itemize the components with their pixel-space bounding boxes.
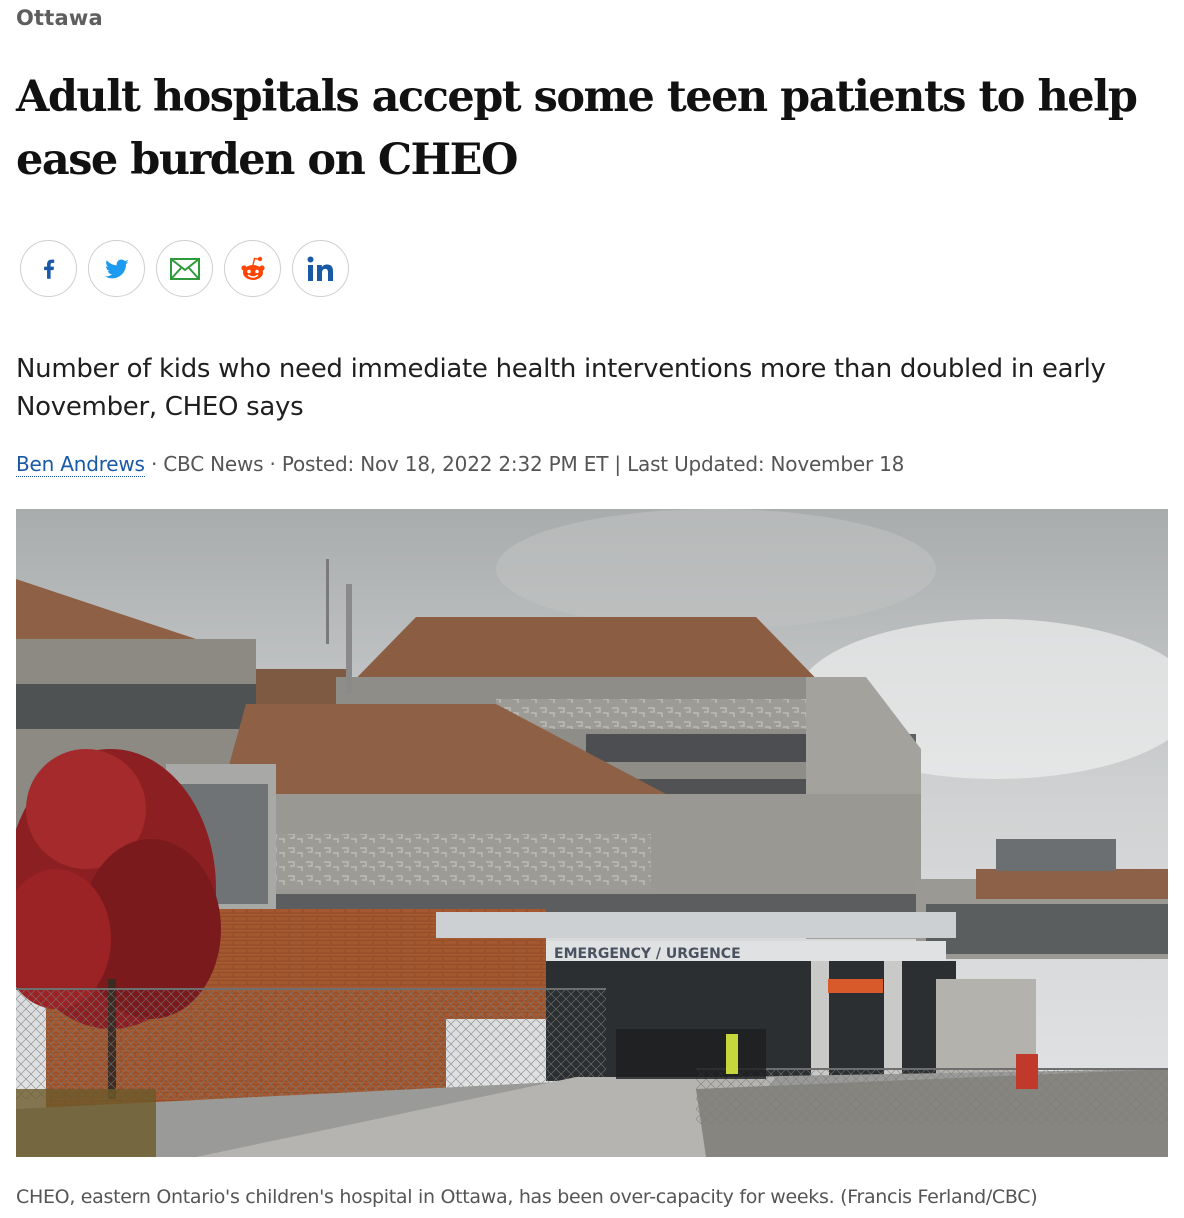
updated-date: Last Updated: November 18	[627, 452, 905, 476]
article-deck: Number of kids who need immediate health…	[16, 354, 1106, 422]
photo-caption: CHEO, eastern Ontario's children's hospi…	[16, 1186, 1038, 1208]
headline: Adult hospitals accept some teen patient…	[16, 72, 1138, 185]
byline: Ben Andrews · CBC News · Posted: Nov 18,…	[16, 452, 905, 477]
byline-divider: |	[608, 452, 628, 476]
email-share-button[interactable]	[156, 240, 213, 297]
hero-photo: EMERGENCY / URGENCE	[16, 509, 1168, 1157]
facebook-icon	[43, 259, 54, 279]
byline-separator: ·	[263, 452, 282, 476]
linkedin-share-button[interactable]	[292, 240, 349, 297]
posted-date: Posted: Nov 18, 2022 2:32 PM ET	[281, 452, 609, 476]
byline-separator: ·	[144, 452, 164, 476]
source-name: CBC News	[163, 452, 264, 476]
email-icon	[169, 257, 200, 280]
emergency-sign: EMERGENCY / URGENCE	[554, 946, 741, 962]
facebook-share-button[interactable]	[20, 240, 77, 297]
linkedin-icon	[307, 256, 333, 281]
twitter-icon	[104, 259, 129, 278]
twitter-share-button[interactable]	[88, 240, 145, 297]
section-label[interactable]: Ottawa	[16, 6, 103, 30]
reddit-share-button[interactable]	[224, 240, 281, 297]
fence	[16, 989, 606, 1099]
reddit-icon	[240, 256, 265, 280]
author-link[interactable]: Ben Andrews	[16, 452, 145, 477]
share-bar	[20, 240, 349, 297]
